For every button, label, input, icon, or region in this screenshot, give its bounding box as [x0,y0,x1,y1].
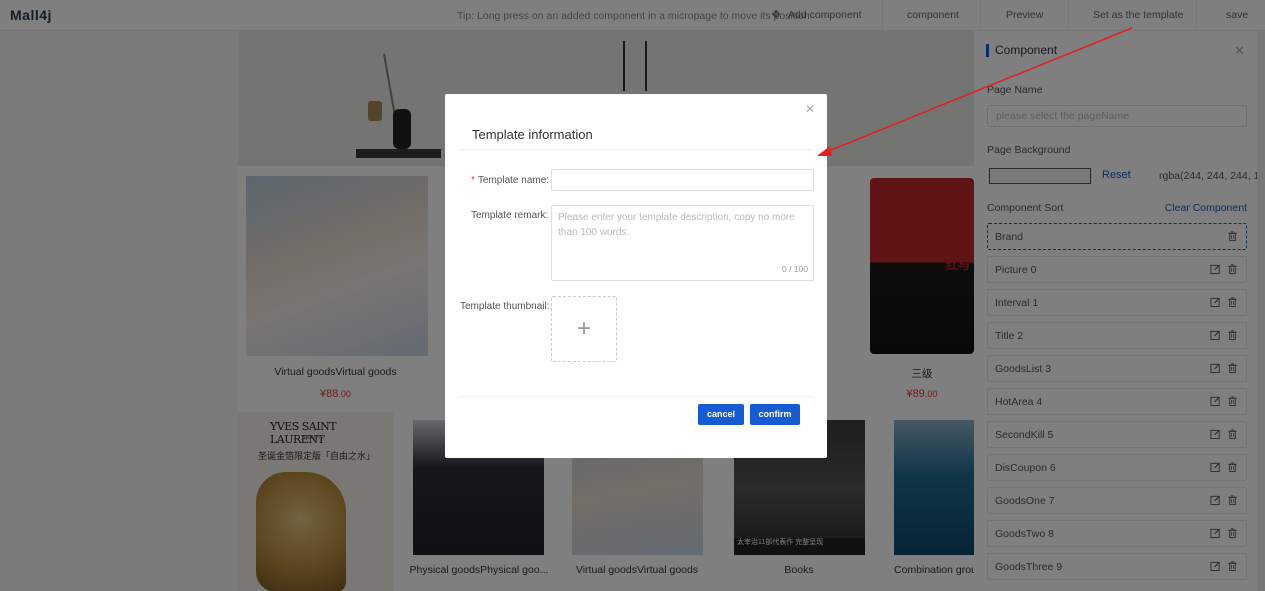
template-name-input[interactable] [551,169,814,191]
thumbnail-upload[interactable]: + [551,296,617,362]
confirm-button[interactable]: confirm [750,404,800,425]
template-remark-textarea[interactable]: Please enter your template description, … [551,205,814,281]
dialog-title: Template information [472,127,593,142]
char-count: 0 / 100 [782,264,808,274]
remark-placeholder: Please enter your template description, … [558,212,795,238]
divider [459,396,813,397]
template-name-label: * Template name: [471,175,550,186]
cancel-button[interactable]: cancel [698,404,744,425]
close-icon[interactable]: ✕ [805,102,815,116]
divider [459,149,813,150]
plus-icon: + [576,315,591,342]
template-remark-label: Template remark: [471,210,549,221]
template-dialog: ✕ Template information * Template name: T… [445,94,827,458]
template-thumbnail-label: Template thumbnail: [460,301,550,312]
